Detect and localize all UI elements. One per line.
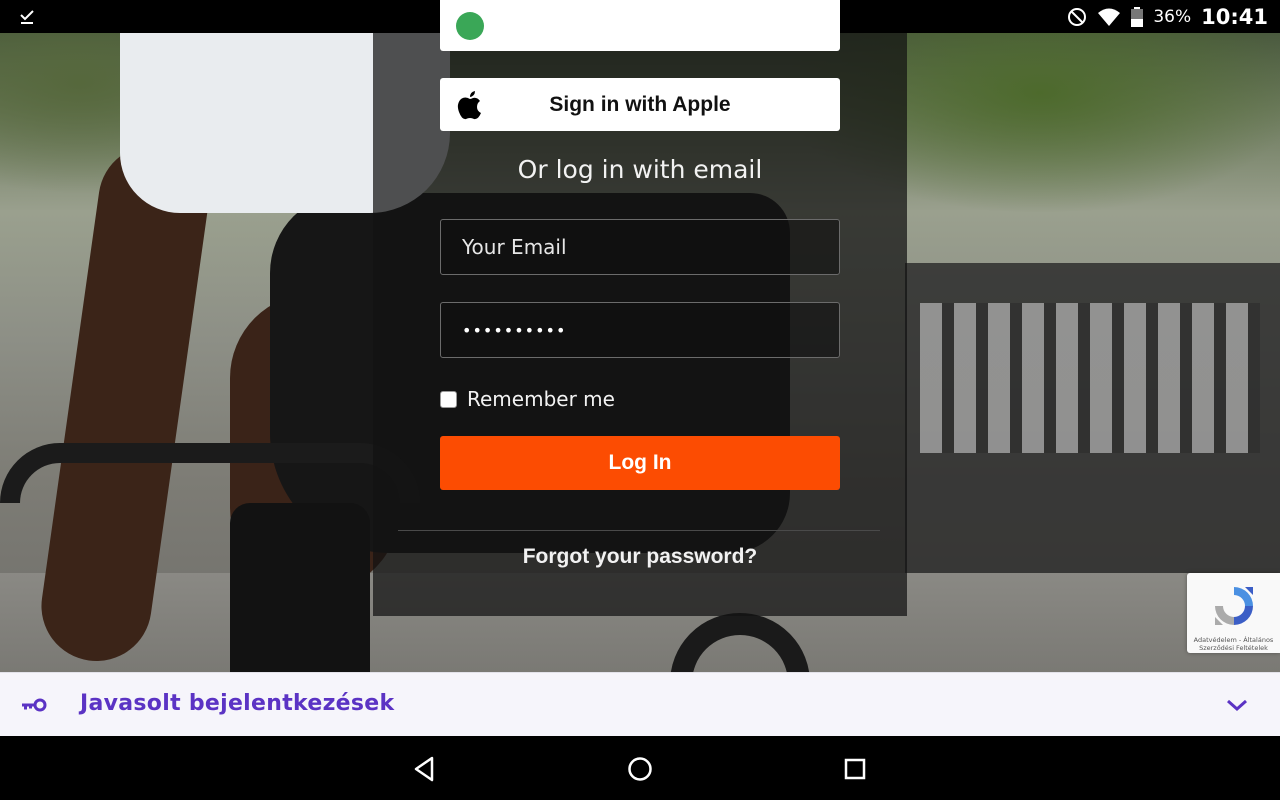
battery-icon <box>1131 6 1144 27</box>
recaptcha-icon <box>1215 587 1253 625</box>
back-icon[interactable] <box>410 754 440 784</box>
clock: 10:41 <box>1201 4 1268 29</box>
or-divider-text: Or log in with email <box>517 155 763 184</box>
wifi-icon <box>1098 8 1121 26</box>
do-not-disturb-icon <box>1068 7 1087 26</box>
autofill-suggestion-bar[interactable]: Javasolt bejelentkezések <box>0 672 1280 736</box>
key-icon <box>22 698 47 712</box>
home-icon[interactable] <box>625 754 655 784</box>
login-button[interactable]: Log In <box>440 436 840 490</box>
password-field[interactable] <box>440 302 840 358</box>
forgot-password-link[interactable]: Forgot your password? <box>440 545 840 569</box>
remember-me[interactable]: Remember me <box>440 386 615 412</box>
login-button-label: Log In <box>608 451 672 474</box>
apple-icon <box>457 91 481 120</box>
recaptcha-badge[interactable]: Adatvédelem - Általános Szerződési Felté… <box>1187 573 1280 653</box>
recaptcha-links[interactable]: Adatvédelem - Általános Szerződési Felté… <box>1189 636 1278 652</box>
remember-checkbox[interactable] <box>440 390 457 408</box>
recents-icon[interactable] <box>840 754 870 784</box>
google-icon <box>456 12 484 40</box>
google-sign-in-button[interactable] <box>440 0 840 51</box>
battery-percent: 36% <box>1153 6 1192 27</box>
download-done-icon <box>20 10 34 24</box>
divider <box>398 530 880 531</box>
chevron-down-icon[interactable] <box>1225 695 1249 715</box>
apple-sign-in-label: Sign in with Apple <box>549 92 731 116</box>
apple-sign-in-button[interactable]: Sign in with Apple <box>440 78 840 131</box>
navigation-bar <box>0 736 1280 800</box>
remember-label: Remember me <box>467 387 615 411</box>
suggested-logins-label: Javasolt bejelentkezések <box>80 691 395 716</box>
email-field[interactable] <box>440 219 840 275</box>
